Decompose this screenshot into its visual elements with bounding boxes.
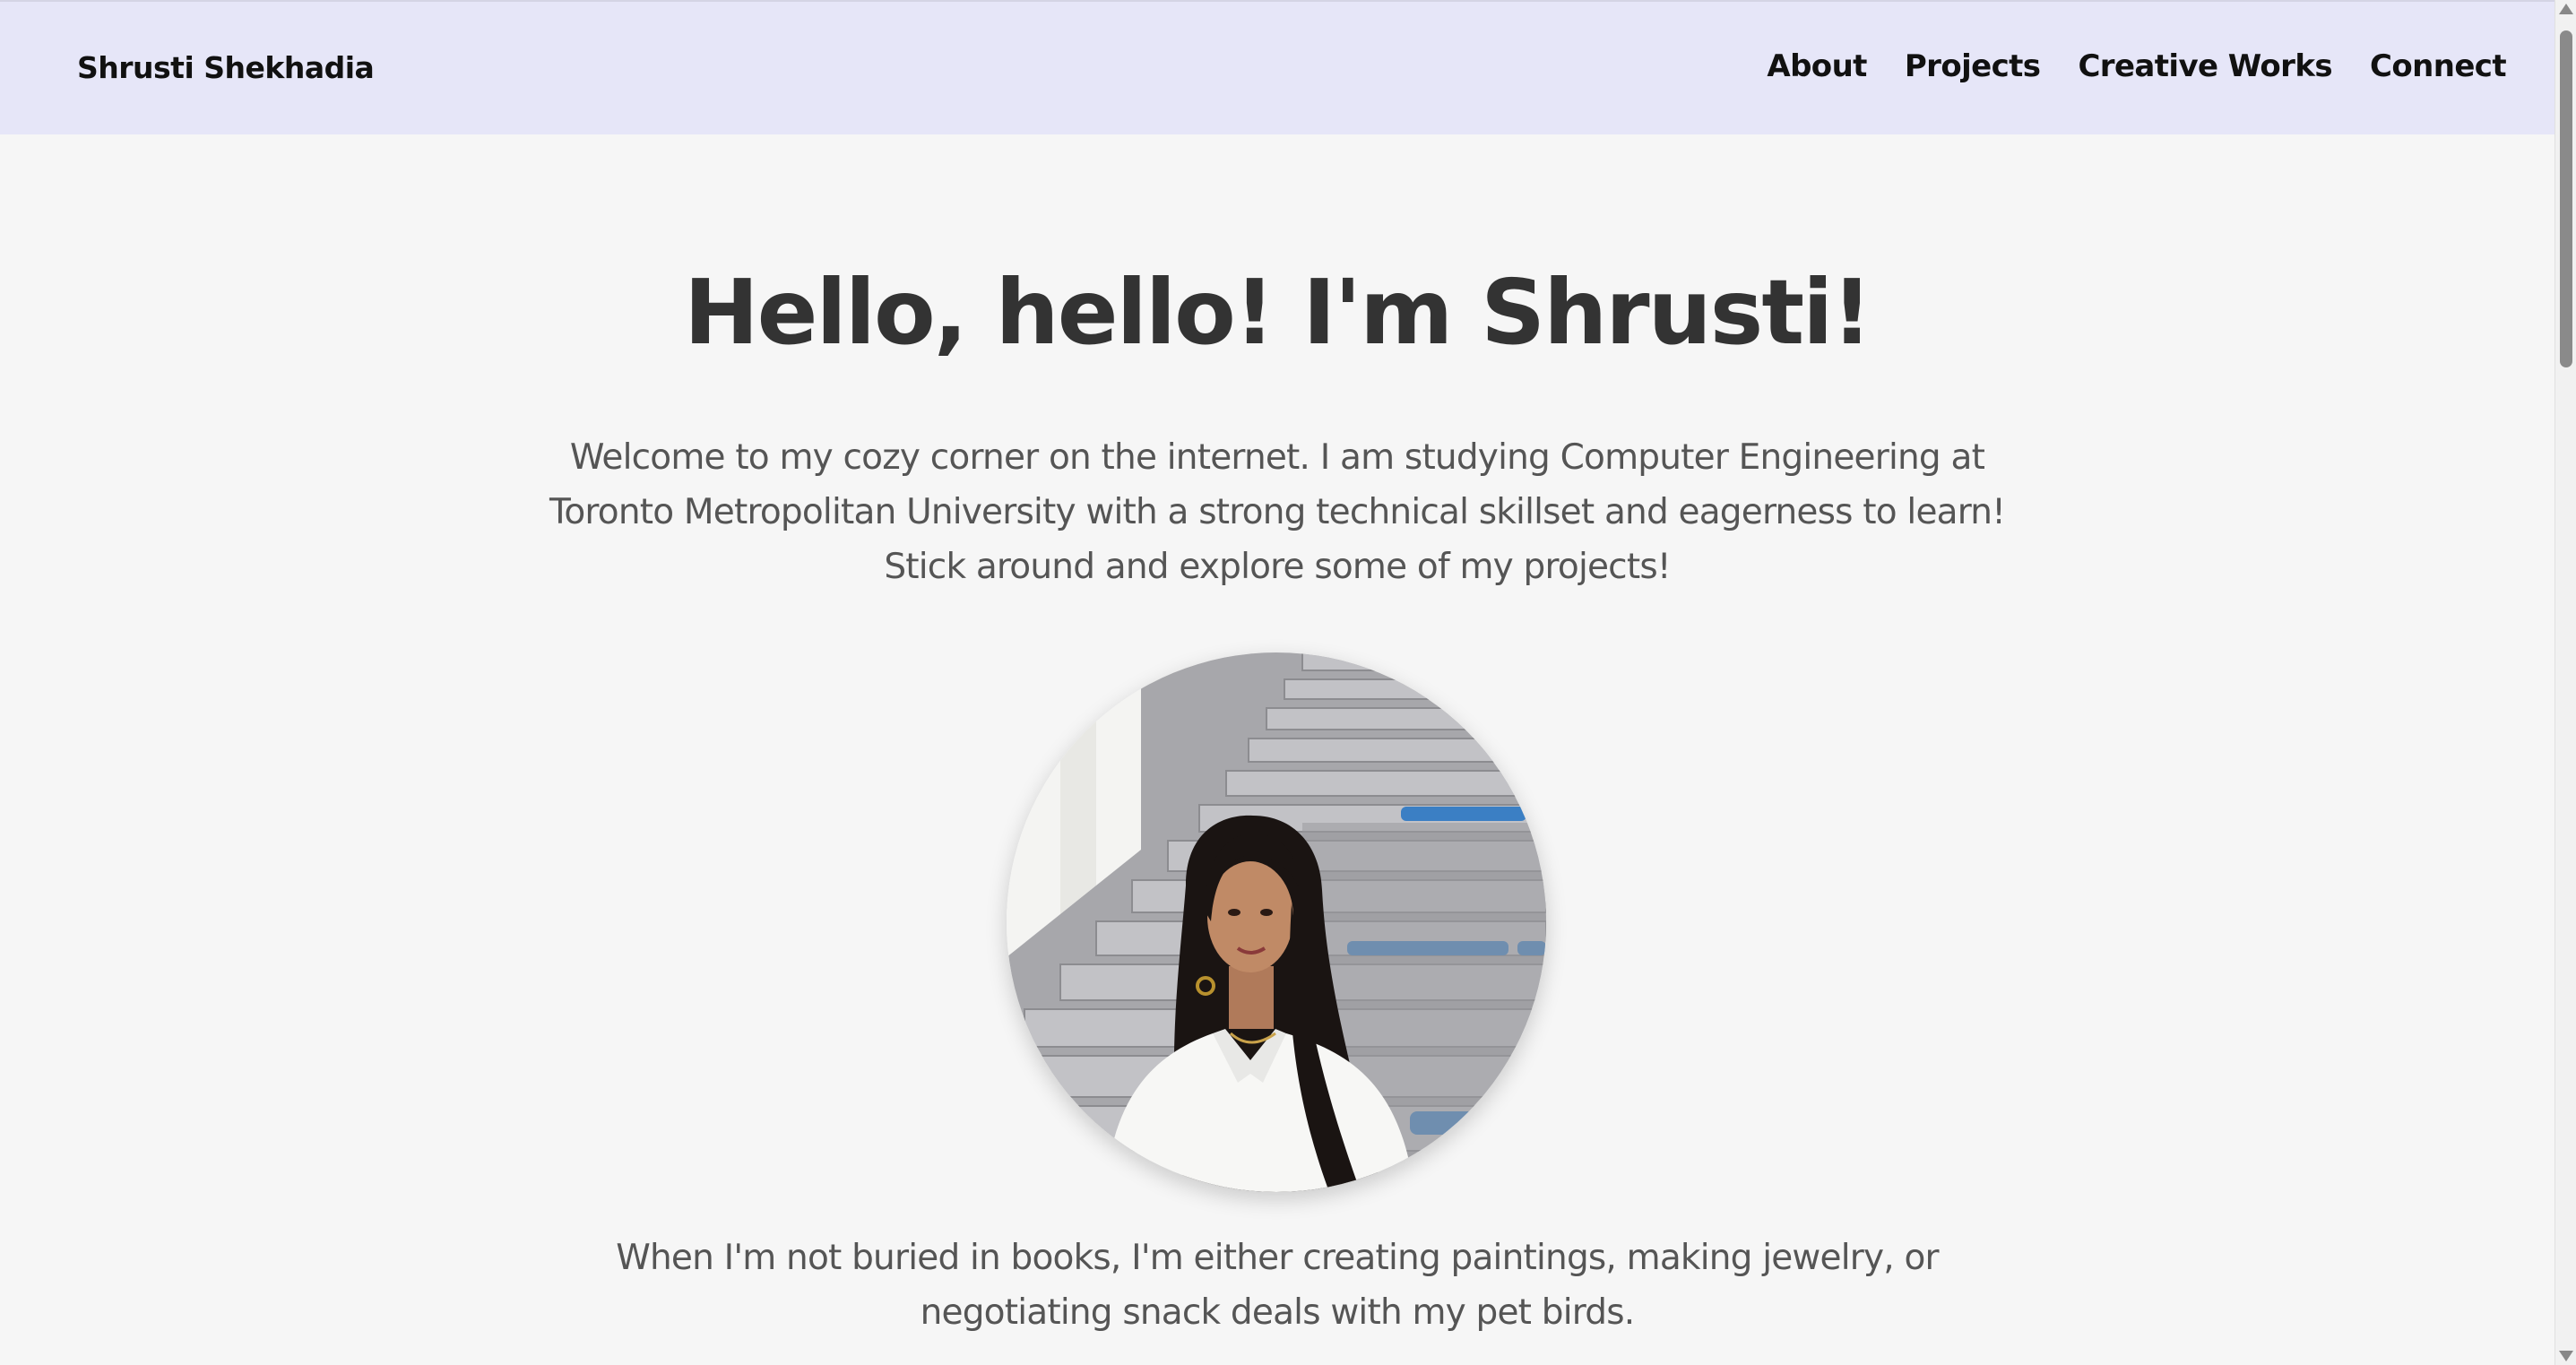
nav-link-creative-works[interactable]: Creative Works	[2078, 48, 2332, 84]
intro-paragraph: Welcome to my cozy corner on the interne…	[538, 430, 2017, 594]
nav-link-projects[interactable]: Projects	[1905, 48, 2041, 84]
scrollbar-thumb[interactable]	[2560, 30, 2572, 367]
profile-photo	[1007, 652, 1546, 1192]
nav-link-connect[interactable]: Connect	[2370, 48, 2507, 84]
vertical-scrollbar[interactable]	[2554, 0, 2576, 1365]
intro-line-2: Toronto Metropolitan University with a s…	[549, 492, 2006, 532]
page: Shrusti Shekhadia About Projects Creativ…	[0, 0, 2576, 1365]
top-navbar: Shrusti Shekhadia About Projects Creativ…	[0, 0, 2554, 134]
outro-line-2: negotiating snack deals with my pet bird…	[920, 1292, 1636, 1333]
scroll-up-arrow-icon[interactable]	[2559, 4, 2573, 14]
scroll-down-arrow-icon[interactable]	[2559, 1351, 2573, 1361]
nav-links: About Projects Creative Works Connect	[1767, 48, 2506, 84]
intro-line-1: Welcome to my cozy corner on the interne…	[569, 437, 1985, 478]
nav-link-about[interactable]: About	[1767, 48, 1867, 84]
intro-line-3: Stick around and explore some of my proj…	[884, 547, 1671, 587]
hero-title: Hello, hello! I'm Shrusti!	[683, 260, 1872, 365]
profile-photo-illustration	[1007, 652, 1546, 1192]
brand-link[interactable]: Shrusti Shekhadia	[77, 50, 375, 85]
outro-paragraph: When I'm not buried in books, I'm either…	[574, 1231, 1981, 1340]
outro-line-1: When I'm not buried in books, I'm either…	[616, 1238, 1939, 1278]
